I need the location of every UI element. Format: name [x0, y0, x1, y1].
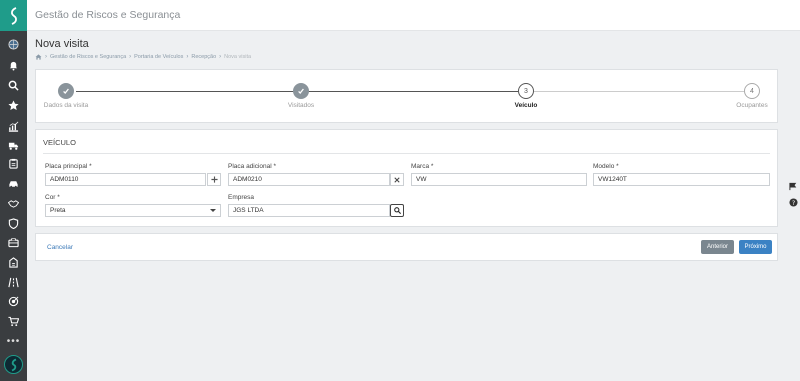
app-logo-icon[interactable] — [0, 0, 27, 31]
sidebar: ••• — [0, 0, 27, 381]
section-title: VEÍCULO — [43, 138, 76, 147]
breadcrumb-item[interactable]: Recepção — [191, 54, 216, 60]
step-2-check-icon[interactable] — [293, 83, 309, 99]
chevron-right-icon: › — [219, 54, 222, 60]
briefcase-icon[interactable] — [0, 233, 27, 251]
handshake-icon[interactable] — [0, 194, 27, 212]
more-menu-icon[interactable]: ••• — [0, 337, 27, 347]
previous-button[interactable]: Anterior — [701, 240, 734, 254]
brand-logo-icon — [4, 355, 23, 374]
empresa-label: Empresa — [228, 194, 255, 201]
page-title: Nova visita — [35, 38, 89, 50]
search-icon[interactable] — [0, 76, 27, 94]
remove-plate-button[interactable] — [390, 173, 404, 186]
cart-icon[interactable] — [0, 312, 27, 330]
globe-icon[interactable] — [0, 35, 27, 53]
clipboard-icon[interactable] — [0, 154, 27, 172]
chevron-right-icon: › — [186, 54, 189, 60]
stepper-remaining-line — [534, 91, 744, 92]
shield-icon[interactable] — [0, 214, 27, 232]
step-3-label: Veículo — [514, 102, 538, 109]
add-plate-button[interactable] — [207, 173, 221, 186]
svg-text:?: ? — [791, 199, 794, 206]
cor-select[interactable]: Preta — [45, 204, 221, 217]
divider — [43, 153, 770, 154]
modelo-label: Modelo * — [593, 163, 619, 170]
building-icon[interactable] — [0, 253, 27, 271]
stepper: Dados da visita Visitados 3 Veículo 4 Oc… — [35, 69, 778, 123]
plus-icon — [210, 176, 218, 183]
target-icon[interactable] — [0, 292, 27, 310]
truck-icon[interactable] — [0, 136, 27, 154]
cor-select-value: Preta — [50, 207, 66, 214]
step-1-label: Dados da visita — [43, 102, 89, 109]
star-icon[interactable] — [0, 96, 27, 114]
vehicle-form: VEÍCULO Placa principal * ADM0110 Placa … — [35, 129, 778, 227]
home-icon[interactable] — [35, 54, 42, 60]
breadcrumb-item[interactable]: Portaria de Veículos — [134, 54, 183, 60]
app-title: Gestão de Riscos e Segurança — [35, 9, 181, 21]
empresa-search-button[interactable] — [390, 204, 404, 217]
step-2-label: Visitados — [287, 102, 315, 109]
step-1-check-icon[interactable] — [58, 83, 74, 99]
placa-adicional-label: Placa adicional * — [228, 163, 277, 170]
chevron-right-icon: › — [45, 54, 47, 60]
chevron-right-icon: › — [129, 54, 132, 60]
step-3-number[interactable]: 3 — [518, 83, 534, 99]
close-icon — [394, 176, 400, 183]
road-icon[interactable] — [0, 273, 27, 291]
cancel-link[interactable]: Cancelar — [47, 244, 73, 251]
breadcrumb: › Gestão de Riscos e Segurança › Portari… — [35, 54, 251, 60]
cor-label: Cor * — [45, 194, 60, 201]
marca-label: Marca * — [411, 163, 434, 170]
modelo-input[interactable]: VW1240T — [593, 173, 770, 186]
form-footer: Cancelar Anterior Próximo — [35, 233, 778, 261]
top-bar: Gestão de Riscos e Segurança — [27, 0, 800, 31]
breadcrumb-item[interactable]: Gestão de Riscos e Segurança — [50, 54, 126, 60]
breadcrumb-current: Nova visita — [224, 54, 252, 60]
next-button[interactable]: Próximo — [739, 240, 772, 254]
right-tools: ? — [786, 178, 800, 210]
search-icon — [393, 207, 401, 214]
empresa-input[interactable]: JGS LTDA — [228, 204, 390, 217]
chevron-down-icon — [210, 209, 216, 212]
step-4-label: Ocupantes — [736, 102, 768, 109]
placa-adicional-input[interactable]: ADM0210 — [228, 173, 390, 186]
placa-principal-input[interactable]: ADM0110 — [45, 173, 206, 186]
marca-input[interactable]: VW — [411, 173, 587, 186]
chart-icon[interactable] — [0, 117, 27, 135]
car-icon[interactable] — [0, 174, 27, 192]
help-icon[interactable]: ? — [786, 194, 800, 210]
placa-principal-label: Placa principal * — [45, 163, 92, 170]
step-4-number[interactable]: 4 — [744, 83, 760, 99]
flag-icon[interactable] — [786, 178, 800, 194]
bell-icon[interactable] — [0, 56, 27, 74]
